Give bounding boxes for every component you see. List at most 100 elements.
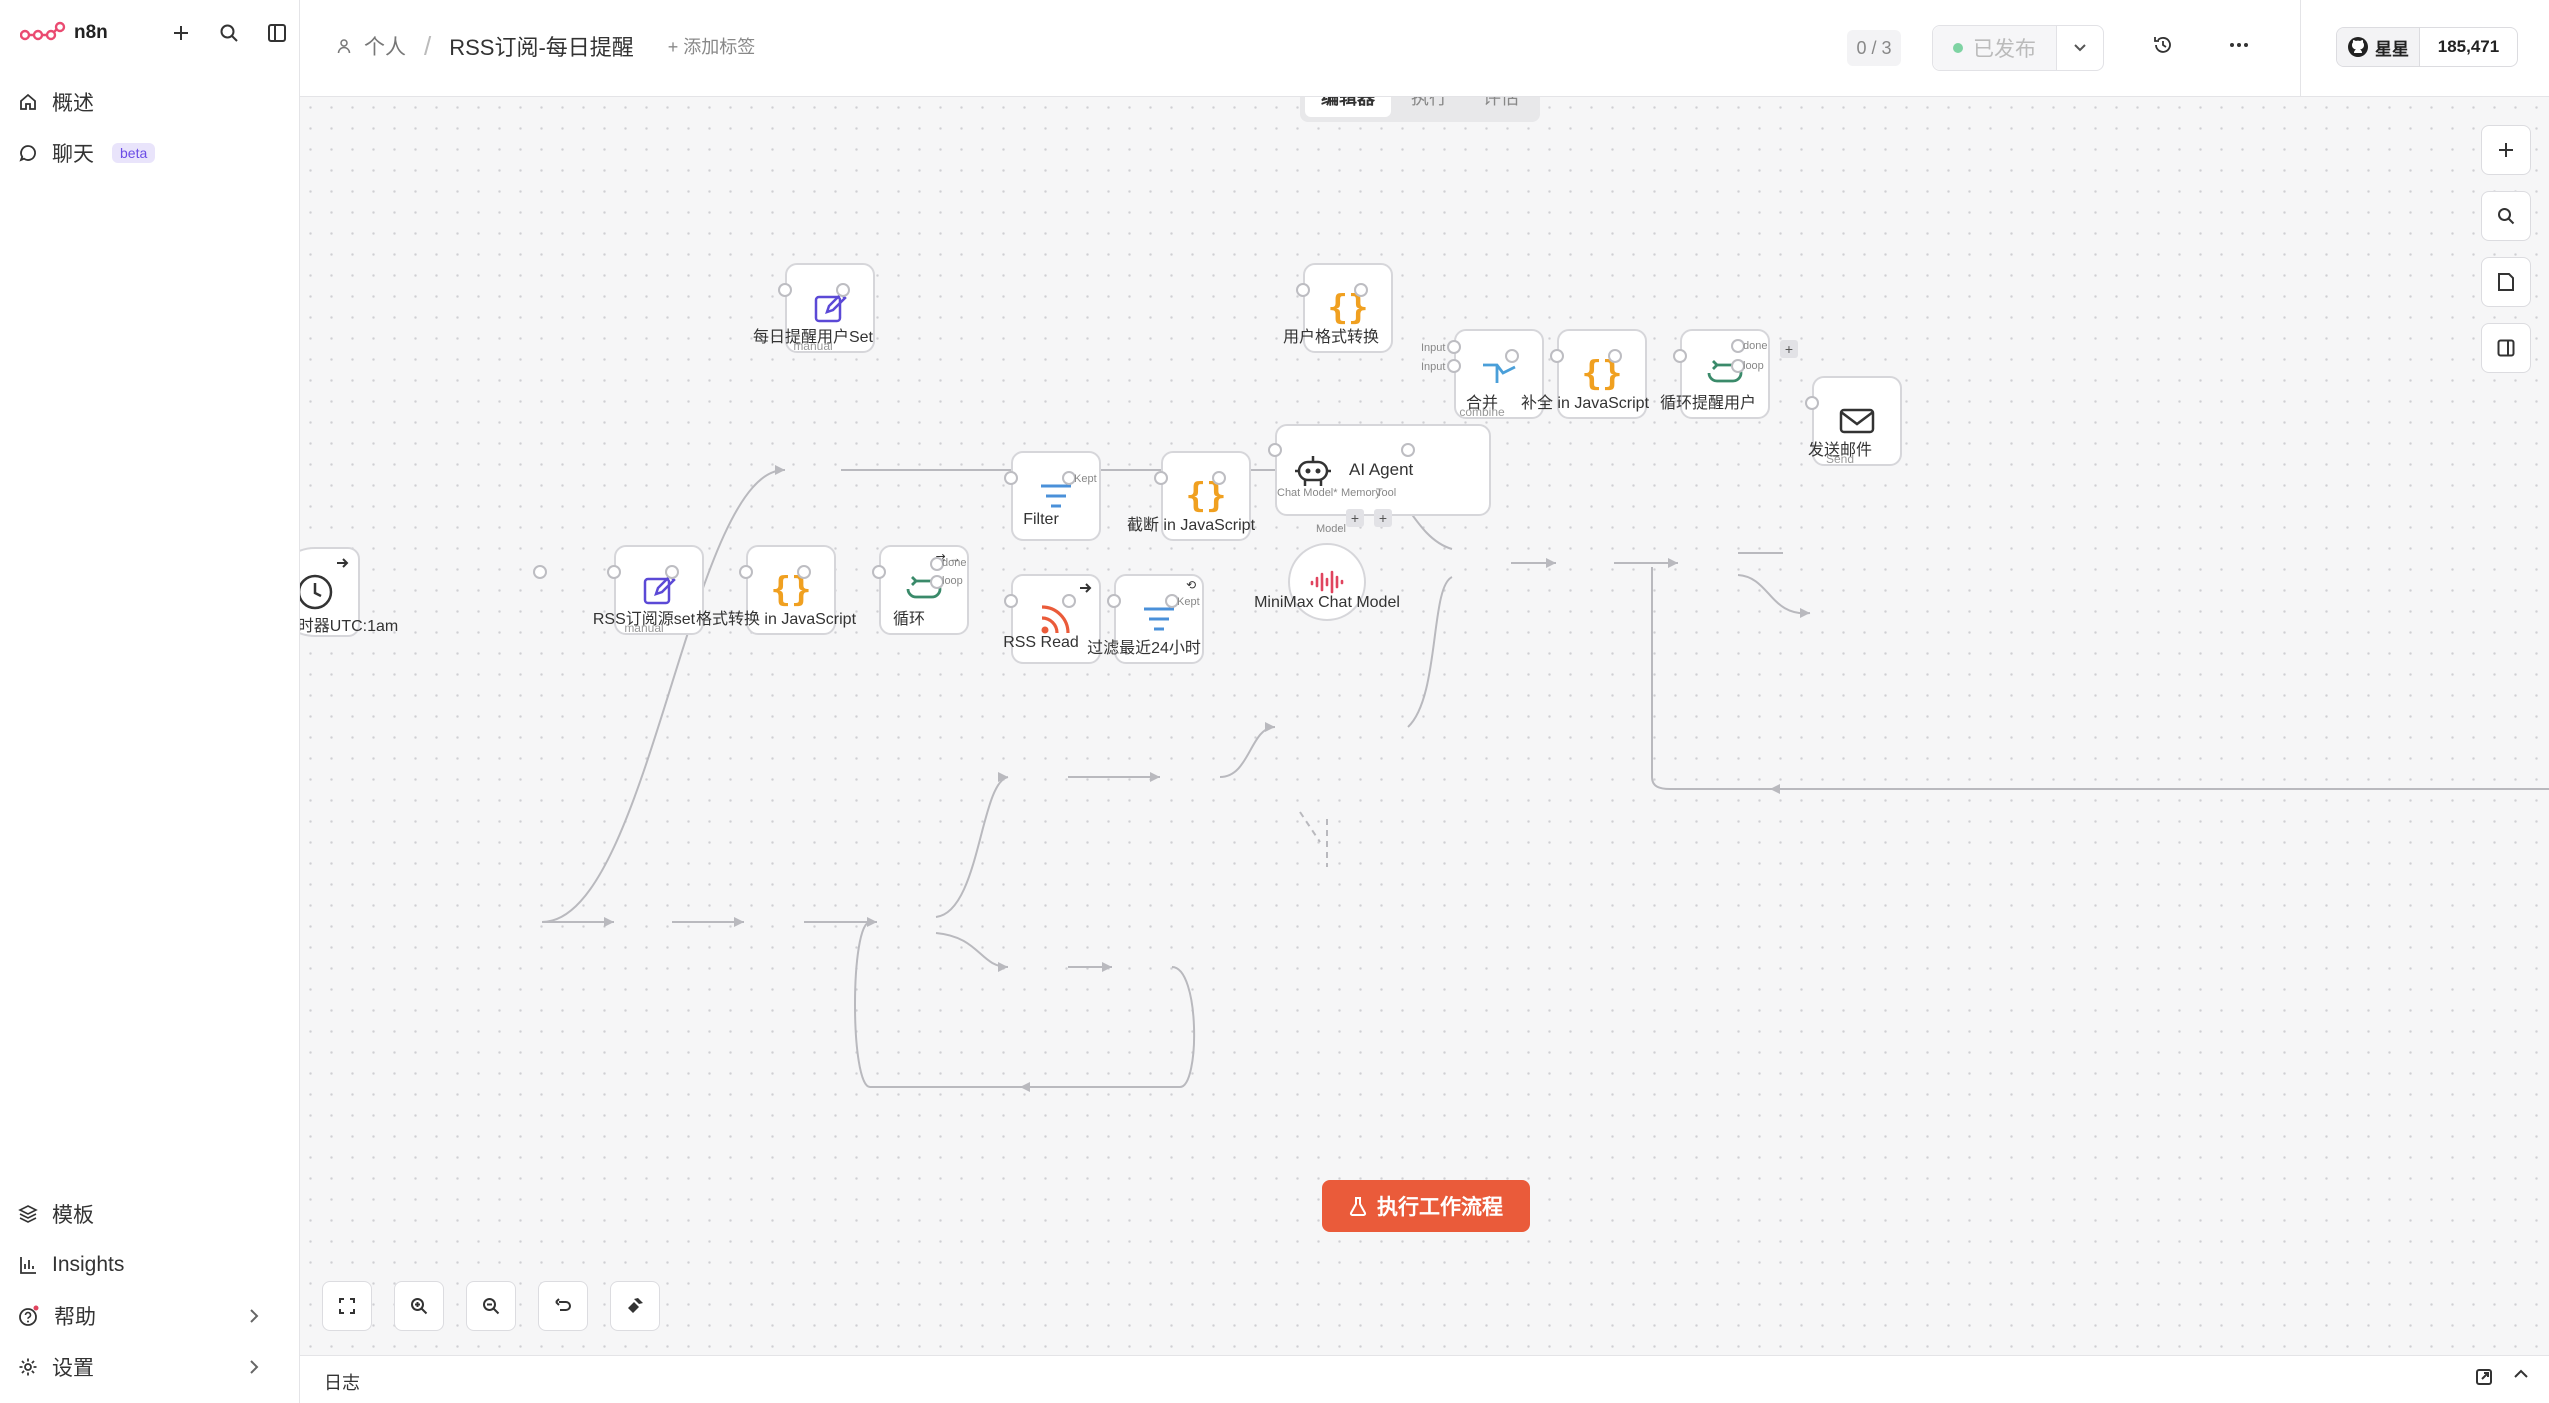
arrow-head xyxy=(604,917,614,927)
output-label-done: done xyxy=(1743,340,1768,352)
output-label-kept: Kept xyxy=(1177,596,1200,608)
workflow-canvas[interactable]: 编辑器 执行 评估 定时器UTC:1am RSS订阅源set manual {}… xyxy=(300,97,2549,1355)
add-node-tool-button[interactable] xyxy=(2481,125,2531,175)
node-input-handle[interactable] xyxy=(1107,594,1121,608)
arrow-head xyxy=(1150,772,1160,782)
add-icon[interactable] xyxy=(168,20,194,46)
sticky-note-button[interactable] xyxy=(2481,257,2531,307)
node-output-handle[interactable] xyxy=(797,565,811,579)
add-memory-button[interactable]: + xyxy=(1346,509,1364,527)
run-workflow-button[interactable]: 执行工作流程 xyxy=(1322,1180,1530,1232)
connection-line xyxy=(854,921,1196,1088)
status-dot-icon xyxy=(1953,43,1963,53)
sidebar-item-label: 模板 xyxy=(52,1204,94,1227)
output-label-done: done xyxy=(942,557,967,569)
popout-icon[interactable] xyxy=(2475,1368,2493,1386)
node-ai-agent[interactable]: AI Agent xyxy=(1275,424,1491,516)
sidebar-item-help[interactable]: 帮助 xyxy=(18,1296,280,1336)
sidebar-item-overview[interactable]: 概述 xyxy=(18,82,94,122)
gear-icon xyxy=(19,1358,37,1376)
zoom-in-button[interactable] xyxy=(394,1281,444,1331)
publish-label: 已发布 xyxy=(1973,38,2036,61)
add-tool-button[interactable]: + xyxy=(1374,509,1392,527)
history-button[interactable] xyxy=(2150,32,2176,58)
zoom-out-button[interactable] xyxy=(466,1281,516,1331)
node-output-handle[interactable] xyxy=(1062,594,1076,608)
tab-executions[interactable]: 执行 xyxy=(1395,97,1463,117)
github-star-button[interactable]: 星星 185,471 xyxy=(2336,27,2518,67)
node-input-handle[interactable] xyxy=(1154,471,1168,485)
node-input-handle[interactable] xyxy=(1805,396,1819,410)
node-input-handle[interactable] xyxy=(739,565,753,579)
filter-icon xyxy=(1041,484,1071,508)
publish-dropdown-button[interactable] xyxy=(2057,26,2103,70)
arrow-head xyxy=(1546,558,1556,568)
sidebar-item-label: 帮助 xyxy=(54,1306,96,1329)
arrow-head xyxy=(1265,722,1275,732)
node-subtitle: manual xyxy=(793,339,833,353)
node-output-handle[interactable] xyxy=(665,565,679,579)
sidebar-toggle-icon[interactable] xyxy=(264,20,290,46)
search-nodes-button[interactable] xyxy=(2481,191,2531,241)
fit-view-button[interactable] xyxy=(322,1281,372,1331)
node-input-handle[interactable] xyxy=(1673,349,1687,363)
trigger-arrow-icon xyxy=(337,558,349,568)
workflow-title[interactable]: RSS订阅-每日提醒 xyxy=(449,30,634,62)
node-input-handle[interactable] xyxy=(1296,283,1310,297)
fullscreen-icon xyxy=(339,1298,355,1314)
node-input-handle[interactable] xyxy=(1004,594,1018,608)
node-output-handle[interactable] xyxy=(1505,349,1519,363)
tab-evaluations[interactable]: 评估 xyxy=(1467,97,1535,117)
node-input-handle[interactable] xyxy=(607,565,621,579)
undo-button[interactable] xyxy=(538,1281,588,1331)
connection-line xyxy=(1651,567,2549,790)
add-node-button[interactable]: + xyxy=(1780,340,1798,358)
node-output-handle[interactable] xyxy=(533,565,547,579)
undo-icon xyxy=(555,1298,571,1311)
sidebar-item-chat[interactable]: 聊天 beta xyxy=(18,133,156,173)
sidebar-item-settings[interactable]: 设置 xyxy=(18,1347,280,1387)
panel-toggle-button[interactable] xyxy=(2481,323,2531,373)
github-icon xyxy=(2348,37,2368,57)
sidebar-item-templates[interactable]: 模板 xyxy=(18,1194,280,1234)
node-output-handle[interactable] xyxy=(1212,471,1226,485)
help-icon xyxy=(19,1305,39,1326)
arrow-head xyxy=(1102,962,1112,972)
log-bar[interactable]: 日志 xyxy=(300,1355,2549,1403)
filter-icon xyxy=(1144,607,1174,631)
chat-icon xyxy=(19,145,36,162)
node-input-handle[interactable] xyxy=(872,565,886,579)
node-output-handle[interactable] xyxy=(1608,349,1622,363)
node-input-handle[interactable] xyxy=(1550,349,1564,363)
node-label: 循环提醒用户 xyxy=(1659,395,1756,412)
publish-button[interactable]: 已发布 xyxy=(1933,26,2057,70)
breadcrumb-owner[interactable]: 个人 xyxy=(364,31,406,61)
user-icon xyxy=(337,39,351,54)
node-input-handle[interactable] xyxy=(778,283,792,297)
search-icon xyxy=(2498,208,2515,225)
sidebar-item-insights[interactable]: Insights xyxy=(18,1245,280,1285)
canvas-right-toolbar xyxy=(2481,125,2531,373)
chevron-right-icon xyxy=(250,1309,259,1323)
more-options-button[interactable] xyxy=(2226,32,2252,58)
node-input-handle[interactable] xyxy=(1268,443,1282,457)
node-output-handle[interactable] xyxy=(1401,443,1415,457)
node-input-handle[interactable] xyxy=(1447,340,1461,354)
port-label-tool: Tool xyxy=(1376,487,1397,499)
tidy-up-button[interactable] xyxy=(610,1281,660,1331)
search-icon[interactable] xyxy=(216,20,242,46)
output-label-loop: loop xyxy=(942,575,963,587)
breadcrumb-separator: / xyxy=(424,30,432,61)
node-input-handle[interactable] xyxy=(1004,471,1018,485)
soundwave-icon xyxy=(1310,570,1344,594)
run-workflow-label: 执行工作流程 xyxy=(1377,1196,1503,1219)
add-tag-button[interactable]: + 添加标签 xyxy=(668,33,756,59)
connection-line xyxy=(541,468,786,923)
node-input-handle[interactable] xyxy=(1447,359,1461,373)
panel-icon xyxy=(2497,339,2515,357)
tab-editor[interactable]: 编辑器 xyxy=(1305,97,1391,117)
output-label-kept: Kept xyxy=(1074,473,1097,485)
chevron-up-icon[interactable] xyxy=(2513,1368,2529,1380)
node-output-handle[interactable] xyxy=(836,283,850,297)
node-output-handle[interactable] xyxy=(1354,283,1368,297)
